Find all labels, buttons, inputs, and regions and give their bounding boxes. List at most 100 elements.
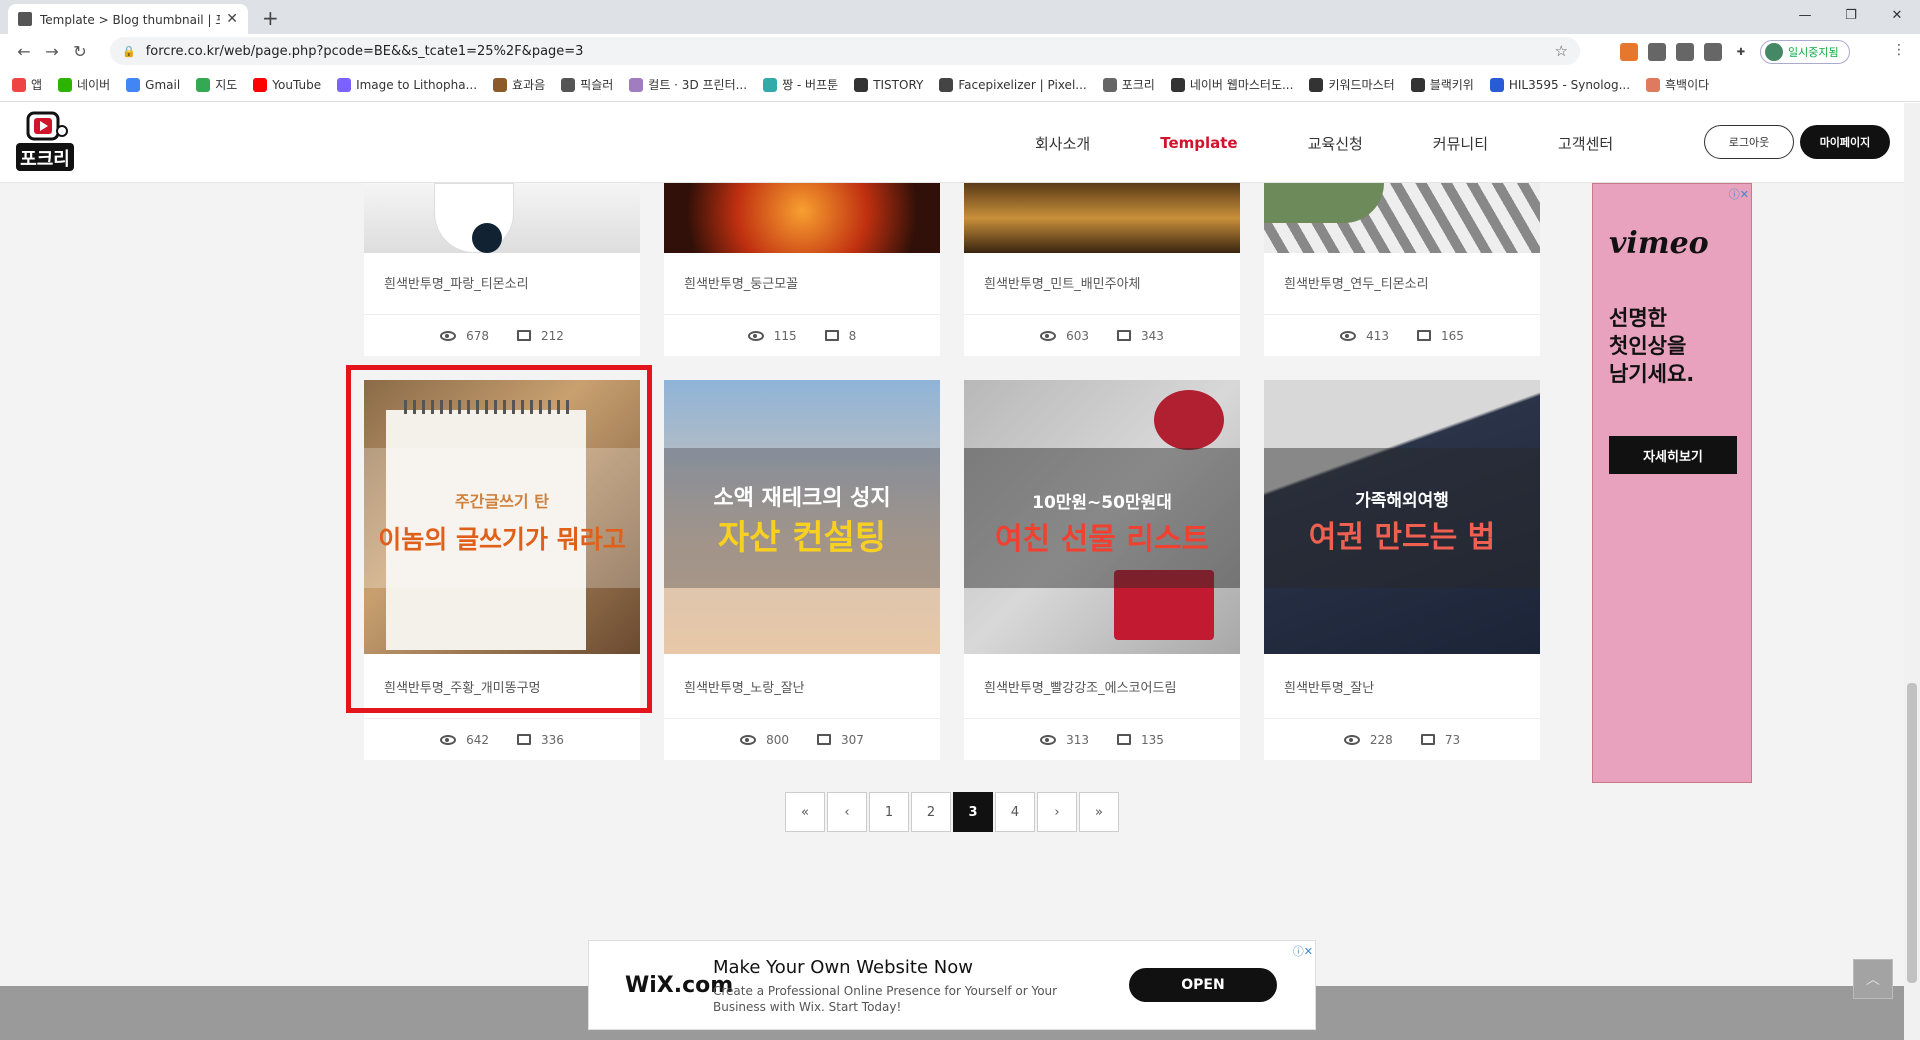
template-card[interactable]: 흰색반투명_둥근모꼴 115 8 bbox=[664, 183, 940, 356]
card-title[interactable]: 흰색반투명_잘난 bbox=[1284, 677, 1374, 696]
card-title[interactable]: 흰색반투명_빨강강조_에스코어드림 bbox=[984, 677, 1176, 696]
page-number-button[interactable]: 1 bbox=[869, 792, 909, 832]
extension-icon[interactable] bbox=[1648, 43, 1666, 61]
ad-description: Create a Professional Online Presence fo… bbox=[713, 984, 1058, 1014]
close-tab-icon[interactable]: ✕ bbox=[226, 11, 238, 27]
restore-icon[interactable]: ❐ bbox=[1828, 0, 1874, 30]
menu-dots-icon[interactable]: ⋮ bbox=[1892, 42, 1906, 58]
bookmark-label: HIL3595 - Synolog... bbox=[1508, 77, 1631, 92]
last-page-button[interactable]: » bbox=[1079, 792, 1119, 832]
address-bar[interactable]: 🔒 forcre.co.kr/web/page.php?pcode=BE&&s_… bbox=[110, 37, 1580, 65]
side-ad[interactable]: ⓘ✕ vimeo 선명한 첫인상을 남기세요. 자세히보기 bbox=[1592, 183, 1752, 783]
bookmark-item[interactable]: 짱 - 버프툰 bbox=[763, 76, 838, 93]
bookmark-item[interactable]: 앱 bbox=[12, 76, 42, 93]
nav-item-2[interactable]: Template bbox=[1160, 134, 1237, 152]
image-count: 73 bbox=[1444, 732, 1461, 747]
bookmark-item[interactable]: TISTORY bbox=[854, 77, 923, 92]
card-stats: 642 336 bbox=[364, 718, 640, 760]
puzzle-icon[interactable]: ✚ bbox=[1732, 43, 1750, 61]
forward-icon[interactable]: → bbox=[38, 42, 66, 61]
back-icon[interactable]: ← bbox=[10, 42, 38, 61]
image-count: 165 bbox=[1441, 328, 1464, 343]
template-card[interactable]: 흰색반투명_민트_배민주아체 603 343 bbox=[964, 183, 1240, 356]
card-thumbnail[interactable]: 소액 재테크의 성지 자산 컨설팅 bbox=[664, 380, 940, 654]
bookmark-item[interactable]: 네이버 bbox=[58, 76, 110, 93]
bookmark-item[interactable]: 블랙키위 bbox=[1410, 76, 1474, 93]
nav-item-5[interactable]: 고객센터 bbox=[1558, 133, 1613, 154]
nav-item-1[interactable]: 회사소개 bbox=[1035, 133, 1090, 154]
browser-tab[interactable]: Template > Blog thumbnail | 포 ✕ bbox=[8, 4, 248, 34]
bookmark-favicon-icon bbox=[1410, 77, 1425, 92]
bookmark-item[interactable]: Gmail bbox=[126, 77, 180, 92]
card-thumbnail[interactable]: 10만원~50만원대 여친 선물 리스트 bbox=[964, 380, 1240, 654]
bookmark-label: 네이버 bbox=[77, 78, 111, 92]
bookmark-item[interactable]: Image to Lithopha... bbox=[337, 77, 477, 92]
first-page-button[interactable]: « bbox=[785, 792, 825, 832]
page-scrollbar[interactable] bbox=[1904, 103, 1920, 1040]
template-card[interactable]: 흰색반투명_파랑_티몬소리 678 212 bbox=[364, 183, 640, 356]
next-page-button[interactable]: › bbox=[1037, 792, 1077, 832]
bookmark-item[interactable]: 키워드마스터 bbox=[1309, 76, 1395, 93]
favicon-icon bbox=[18, 12, 32, 26]
card-thumbnail[interactable] bbox=[364, 183, 640, 253]
card-title[interactable]: 흰색반투명_민트_배민주아체 bbox=[984, 273, 1141, 292]
bookmark-item[interactable]: 픽슬러 bbox=[561, 76, 613, 93]
card-title[interactable]: 흰색반투명_노랑_잘난 bbox=[684, 677, 805, 696]
ad-cta-button[interactable]: 자세히보기 bbox=[1609, 436, 1737, 474]
scrollbar-thumb[interactable] bbox=[1907, 683, 1917, 983]
card-title[interactable]: 흰색반투명_파랑_티몬소리 bbox=[384, 273, 529, 292]
bookmark-item[interactable]: 네이버 웹마스터도... bbox=[1170, 76, 1293, 93]
bookmark-star-icon[interactable]: ☆ bbox=[1555, 42, 1568, 60]
image-icon bbox=[1117, 734, 1131, 745]
template-card[interactable]: 흰색반투명_연두_티몬소리 413 165 bbox=[1264, 183, 1540, 356]
card-thumbnail[interactable] bbox=[1264, 183, 1540, 253]
template-card[interactable]: 10만원~50만원대 여친 선물 리스트 흰색반투명_빨강강조_에스코어드림 3… bbox=[964, 380, 1240, 760]
template-card[interactable]: 가족해외여행 여권 만드는 법 흰색반투명_잘난 228 73 bbox=[1264, 380, 1540, 760]
scroll-top-button[interactable]: ︿ bbox=[1853, 959, 1893, 999]
bookmark-item[interactable]: HIL3595 - Synolog... bbox=[1489, 77, 1631, 92]
bookmark-item[interactable]: 흑백이다 bbox=[1646, 76, 1709, 93]
url-text: forcre.co.kr/web/page.php?pcode=BE&&s_tc… bbox=[145, 43, 584, 59]
close-window-icon[interactable]: ✕ bbox=[1874, 0, 1920, 30]
extension-icon[interactable] bbox=[1676, 43, 1694, 61]
bookmark-item[interactable]: 효과음 bbox=[493, 76, 545, 93]
card-title[interactable]: 흰색반투명_연두_티몬소리 bbox=[1284, 273, 1429, 292]
card-thumbnail[interactable]: 가족해외여행 여권 만드는 법 bbox=[1264, 380, 1540, 654]
profile-button[interactable]: 일시중지됨 bbox=[1760, 40, 1850, 64]
nav-item-3[interactable]: 교육신청 bbox=[1308, 133, 1363, 154]
extension-icon[interactable] bbox=[1620, 43, 1638, 61]
reload-icon[interactable]: ↻ bbox=[66, 42, 94, 61]
nav-item-4[interactable]: 커뮤니티 bbox=[1433, 133, 1488, 154]
card-stats: 413 165 bbox=[1264, 314, 1540, 356]
bookmark-label: Facepixelizer | Pixel... bbox=[958, 77, 1087, 92]
bookmark-item[interactable]: 컬트 · 3D 프린터... bbox=[629, 76, 747, 93]
card-thumbnail[interactable] bbox=[964, 183, 1240, 253]
bookmark-label: YouTube bbox=[272, 77, 322, 92]
page-number-button[interactable]: 4 bbox=[995, 792, 1035, 832]
ad-copy-line: 선명한 bbox=[1609, 306, 1667, 330]
bookmark-item[interactable]: YouTube bbox=[253, 77, 322, 92]
bottom-ad[interactable]: ⓘ✕ WiX.com Make Your Own Website Now Cre… bbox=[588, 940, 1316, 1030]
card-title[interactable]: 흰색반투명_둥근모꼴 bbox=[684, 273, 798, 292]
thumb-title: 여친 선물 리스트 bbox=[994, 522, 1210, 557]
bookmark-item[interactable]: 지도 bbox=[196, 76, 237, 93]
site-logo[interactable]: 포크리 bbox=[14, 109, 76, 175]
view-count: 603 bbox=[1066, 328, 1089, 343]
bookmark-label: 컬트 · 3D 프린터... bbox=[648, 78, 748, 92]
ad-close-icon[interactable]: ⓘ✕ bbox=[1729, 186, 1749, 202]
mypage-button[interactable]: 마이페이지 bbox=[1800, 125, 1890, 159]
page-number-button[interactable]: 3 bbox=[953, 792, 993, 832]
ad-open-button[interactable]: OPEN bbox=[1129, 968, 1277, 1002]
bookmark-item[interactable]: 포크리 bbox=[1102, 76, 1155, 93]
view-count: 115 bbox=[773, 328, 797, 343]
ad-close-icon[interactable]: ⓘ✕ bbox=[1293, 943, 1313, 959]
template-card[interactable]: 소액 재테크의 성지 자산 컨설팅 흰색반투명_노랑_잘난 800 307 bbox=[664, 380, 940, 760]
new-tab-icon[interactable]: + bbox=[262, 6, 279, 30]
card-thumbnail[interactable] bbox=[664, 183, 940, 253]
minimize-icon[interactable]: — bbox=[1782, 0, 1828, 30]
extension-icon[interactable] bbox=[1704, 43, 1722, 61]
page-number-button[interactable]: 2 bbox=[911, 792, 951, 832]
logout-button[interactable]: 로그아웃 bbox=[1704, 125, 1794, 159]
bookmark-item[interactable]: Facepixelizer | Pixel... bbox=[939, 77, 1087, 92]
prev-page-button[interactable]: ‹ bbox=[827, 792, 867, 832]
